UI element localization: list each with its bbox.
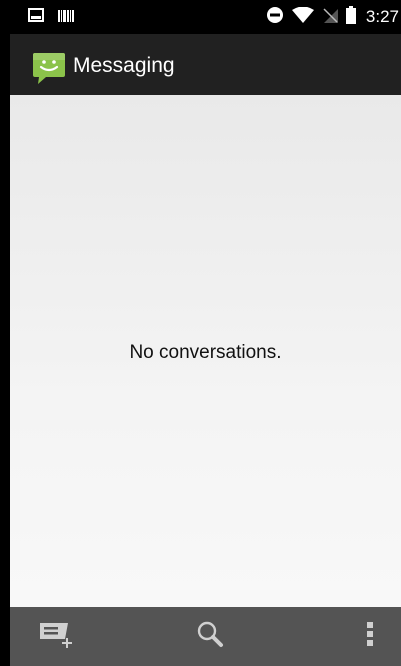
action-bar: Messaging [10,34,401,95]
conversation-list[interactable]: No conversations. [10,95,401,607]
messaging-screen: 3:27 Messaging No conversations. [0,0,401,666]
battery-icon [345,5,356,29]
status-bar: 3:27 [10,0,401,34]
barcode-notification-icon [58,9,74,27]
page-title: Messaging [73,54,175,77]
overflow-menu-button[interactable] [350,607,390,666]
empty-state-message: No conversations. [129,342,282,363]
do-not-disturb-icon [266,6,284,29]
compose-new-message-icon [38,619,76,654]
wifi-icon [291,6,314,28]
image-notification-icon [28,8,44,27]
system-icons: 3:27 [266,0,399,34]
notification-icons [28,8,74,27]
search-icon [196,620,224,653]
status-time: 3:27 [365,7,399,26]
search-button[interactable] [182,607,238,666]
bottom-action-bar [10,607,401,666]
overflow-menu-icon [366,621,374,652]
messaging-app-icon[interactable] [32,51,66,85]
compose-button[interactable] [22,607,92,666]
no-sim-icon [322,7,338,28]
